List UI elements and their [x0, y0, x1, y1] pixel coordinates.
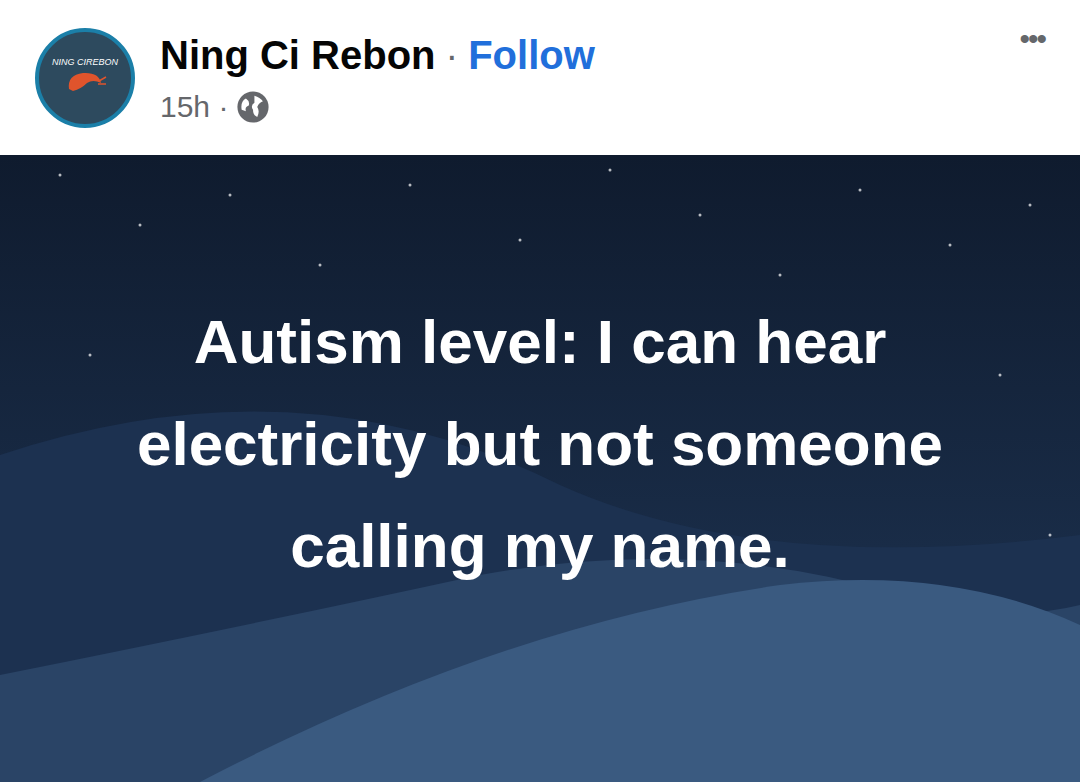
post-time[interactable]: 15h · — [160, 88, 228, 126]
shrimp-icon — [63, 67, 107, 97]
post-image[interactable]: Autism level: I can hear electricity but… — [0, 155, 1080, 782]
globe-icon — [236, 90, 270, 124]
avatar[interactable]: NING CIREBON — [35, 28, 135, 128]
separator: · — [446, 33, 459, 81]
image-caption: Autism level: I can hear electricity but… — [75, 291, 1005, 597]
more-button[interactable]: ••• — [1019, 24, 1045, 54]
page-name[interactable]: Ning Ci Rebon — [160, 30, 436, 80]
post-header: NING CIREBON Ning Ci Rebon·Follow 15h · ••• — [0, 0, 1080, 155]
avatar-label: NING CIREBON — [48, 58, 122, 67]
follow-button[interactable]: Follow — [468, 30, 595, 80]
